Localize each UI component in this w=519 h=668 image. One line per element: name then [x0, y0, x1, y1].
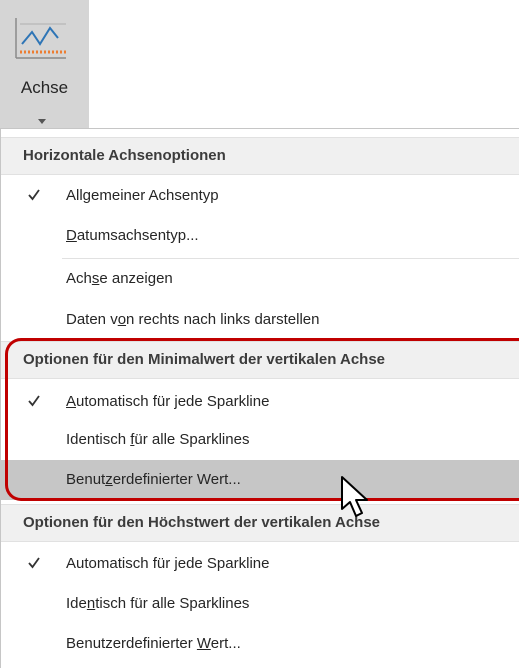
mouse-pointer-icon — [341, 476, 368, 517]
menu-item-min-custom[interactable]: Benutzerdefinierter Wert... — [1, 460, 519, 500]
menu-item-min-auto[interactable]: Automatisch für jede Sparkline — [1, 382, 519, 422]
menu-item-max-auto[interactable]: Automatisch für jede Sparkline — [1, 544, 519, 584]
section-header-horizontal: Horizontale Achsenoptionen — [1, 137, 519, 175]
axis-chart-icon — [10, 14, 68, 66]
chevron-down-icon — [37, 112, 47, 124]
menu-item-right-to-left[interactable]: Daten von rechts nach links darstellen — [1, 300, 519, 340]
menu-item-max-custom[interactable]: Benutzerdefinierter Wert... — [1, 624, 519, 664]
axis-ribbon-button[interactable]: Achse — [0, 0, 89, 128]
menu-item-general-axis-type[interactable]: Allgemeiner Achsentyp — [1, 176, 519, 216]
axis-options-menu: Horizontale Achsenoptionen Allgemeiner A… — [0, 128, 519, 668]
menu-item-date-axis-type[interactable]: Datumsachsentyp... — [1, 216, 519, 256]
ribbon-button-label: Achse — [20, 78, 69, 97]
checkmark-icon — [28, 395, 40, 407]
menu-item-max-same[interactable]: Identisch für alle Sparklines — [1, 584, 519, 624]
menu-item-show-axis[interactable]: Achse anzeigen — [1, 259, 519, 299]
checkmark-icon — [28, 189, 40, 201]
menu-item-min-same[interactable]: Identisch für alle Sparklines — [1, 420, 519, 460]
section-header-maximum: Optionen für den Höchstwert der vertikal… — [1, 504, 519, 542]
checkmark-icon — [28, 557, 40, 569]
section-header-minimum: Optionen für den Minimalwert der vertika… — [1, 341, 519, 379]
